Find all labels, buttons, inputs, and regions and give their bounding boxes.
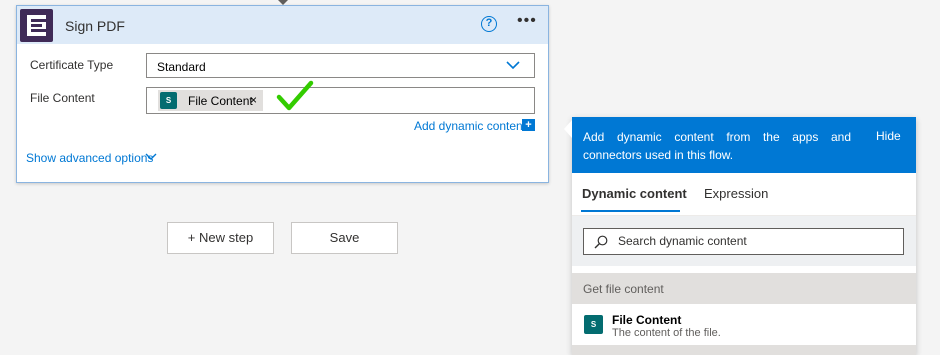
dynamic-content-item[interactable]: S File Content The content of the file. — [572, 305, 916, 345]
certificate-type-label: Certificate Type — [30, 58, 114, 72]
item-title: File Content — [612, 313, 682, 327]
search-box[interactable] — [583, 228, 904, 255]
section-title: Get file content — [583, 282, 664, 296]
help-icon[interactable]: ? — [481, 16, 497, 32]
file-content-token[interactable]: S File Content × — [158, 90, 263, 111]
certificate-type-select[interactable]: Standard — [146, 53, 535, 78]
add-dynamic-content-link[interactable]: Add dynamic content — [414, 119, 526, 133]
card-header[interactable]: Sign PDF ? ••• — [17, 6, 548, 44]
add-icon[interactable]: + — [522, 119, 535, 131]
checkmark-icon — [276, 80, 314, 111]
show-advanced-options-link[interactable]: Show advanced options — [26, 151, 153, 165]
file-content-field[interactable]: S File Content × — [146, 87, 535, 114]
token-label: File Content — [188, 94, 253, 108]
panel-pointer — [564, 120, 572, 138]
active-tab-indicator — [581, 210, 680, 212]
panel-description: Add dynamic content from the apps and co… — [583, 130, 851, 162]
card-title: Sign PDF — [65, 18, 125, 34]
dynamic-content-panel: Add dynamic content from the apps and co… — [564, 117, 916, 355]
hide-panel-button[interactable]: Hide — [876, 129, 901, 143]
search-icon — [594, 235, 608, 249]
sign-pdf-action-card: Sign PDF ? ••• Certificate Type Standard… — [16, 5, 549, 183]
item-description: The content of the file. — [612, 327, 721, 339]
document-sign-icon — [20, 9, 53, 42]
file-content-label: File Content — [30, 91, 95, 105]
more-options-icon[interactable]: ••• — [517, 12, 537, 30]
tab-dynamic-content[interactable]: Dynamic content — [582, 186, 687, 201]
panel-header: Add dynamic content from the apps and co… — [572, 117, 916, 173]
new-step-button[interactable]: + New step — [167, 222, 274, 254]
sharepoint-icon: S — [584, 315, 603, 334]
certificate-type-value: Standard — [157, 60, 206, 74]
tab-expression[interactable]: Expression — [704, 186, 768, 201]
remove-token-icon[interactable]: × — [250, 93, 257, 107]
section-header[interactable]: Get file content — [572, 273, 916, 304]
search-input[interactable] — [618, 234, 888, 248]
chevron-down-icon[interactable] — [145, 152, 157, 161]
panel-bottom — [572, 345, 916, 355]
save-button[interactable]: Save — [291, 222, 398, 254]
sharepoint-icon: S — [160, 92, 177, 109]
chevron-down-icon — [506, 61, 520, 70]
search-area — [572, 216, 916, 266]
